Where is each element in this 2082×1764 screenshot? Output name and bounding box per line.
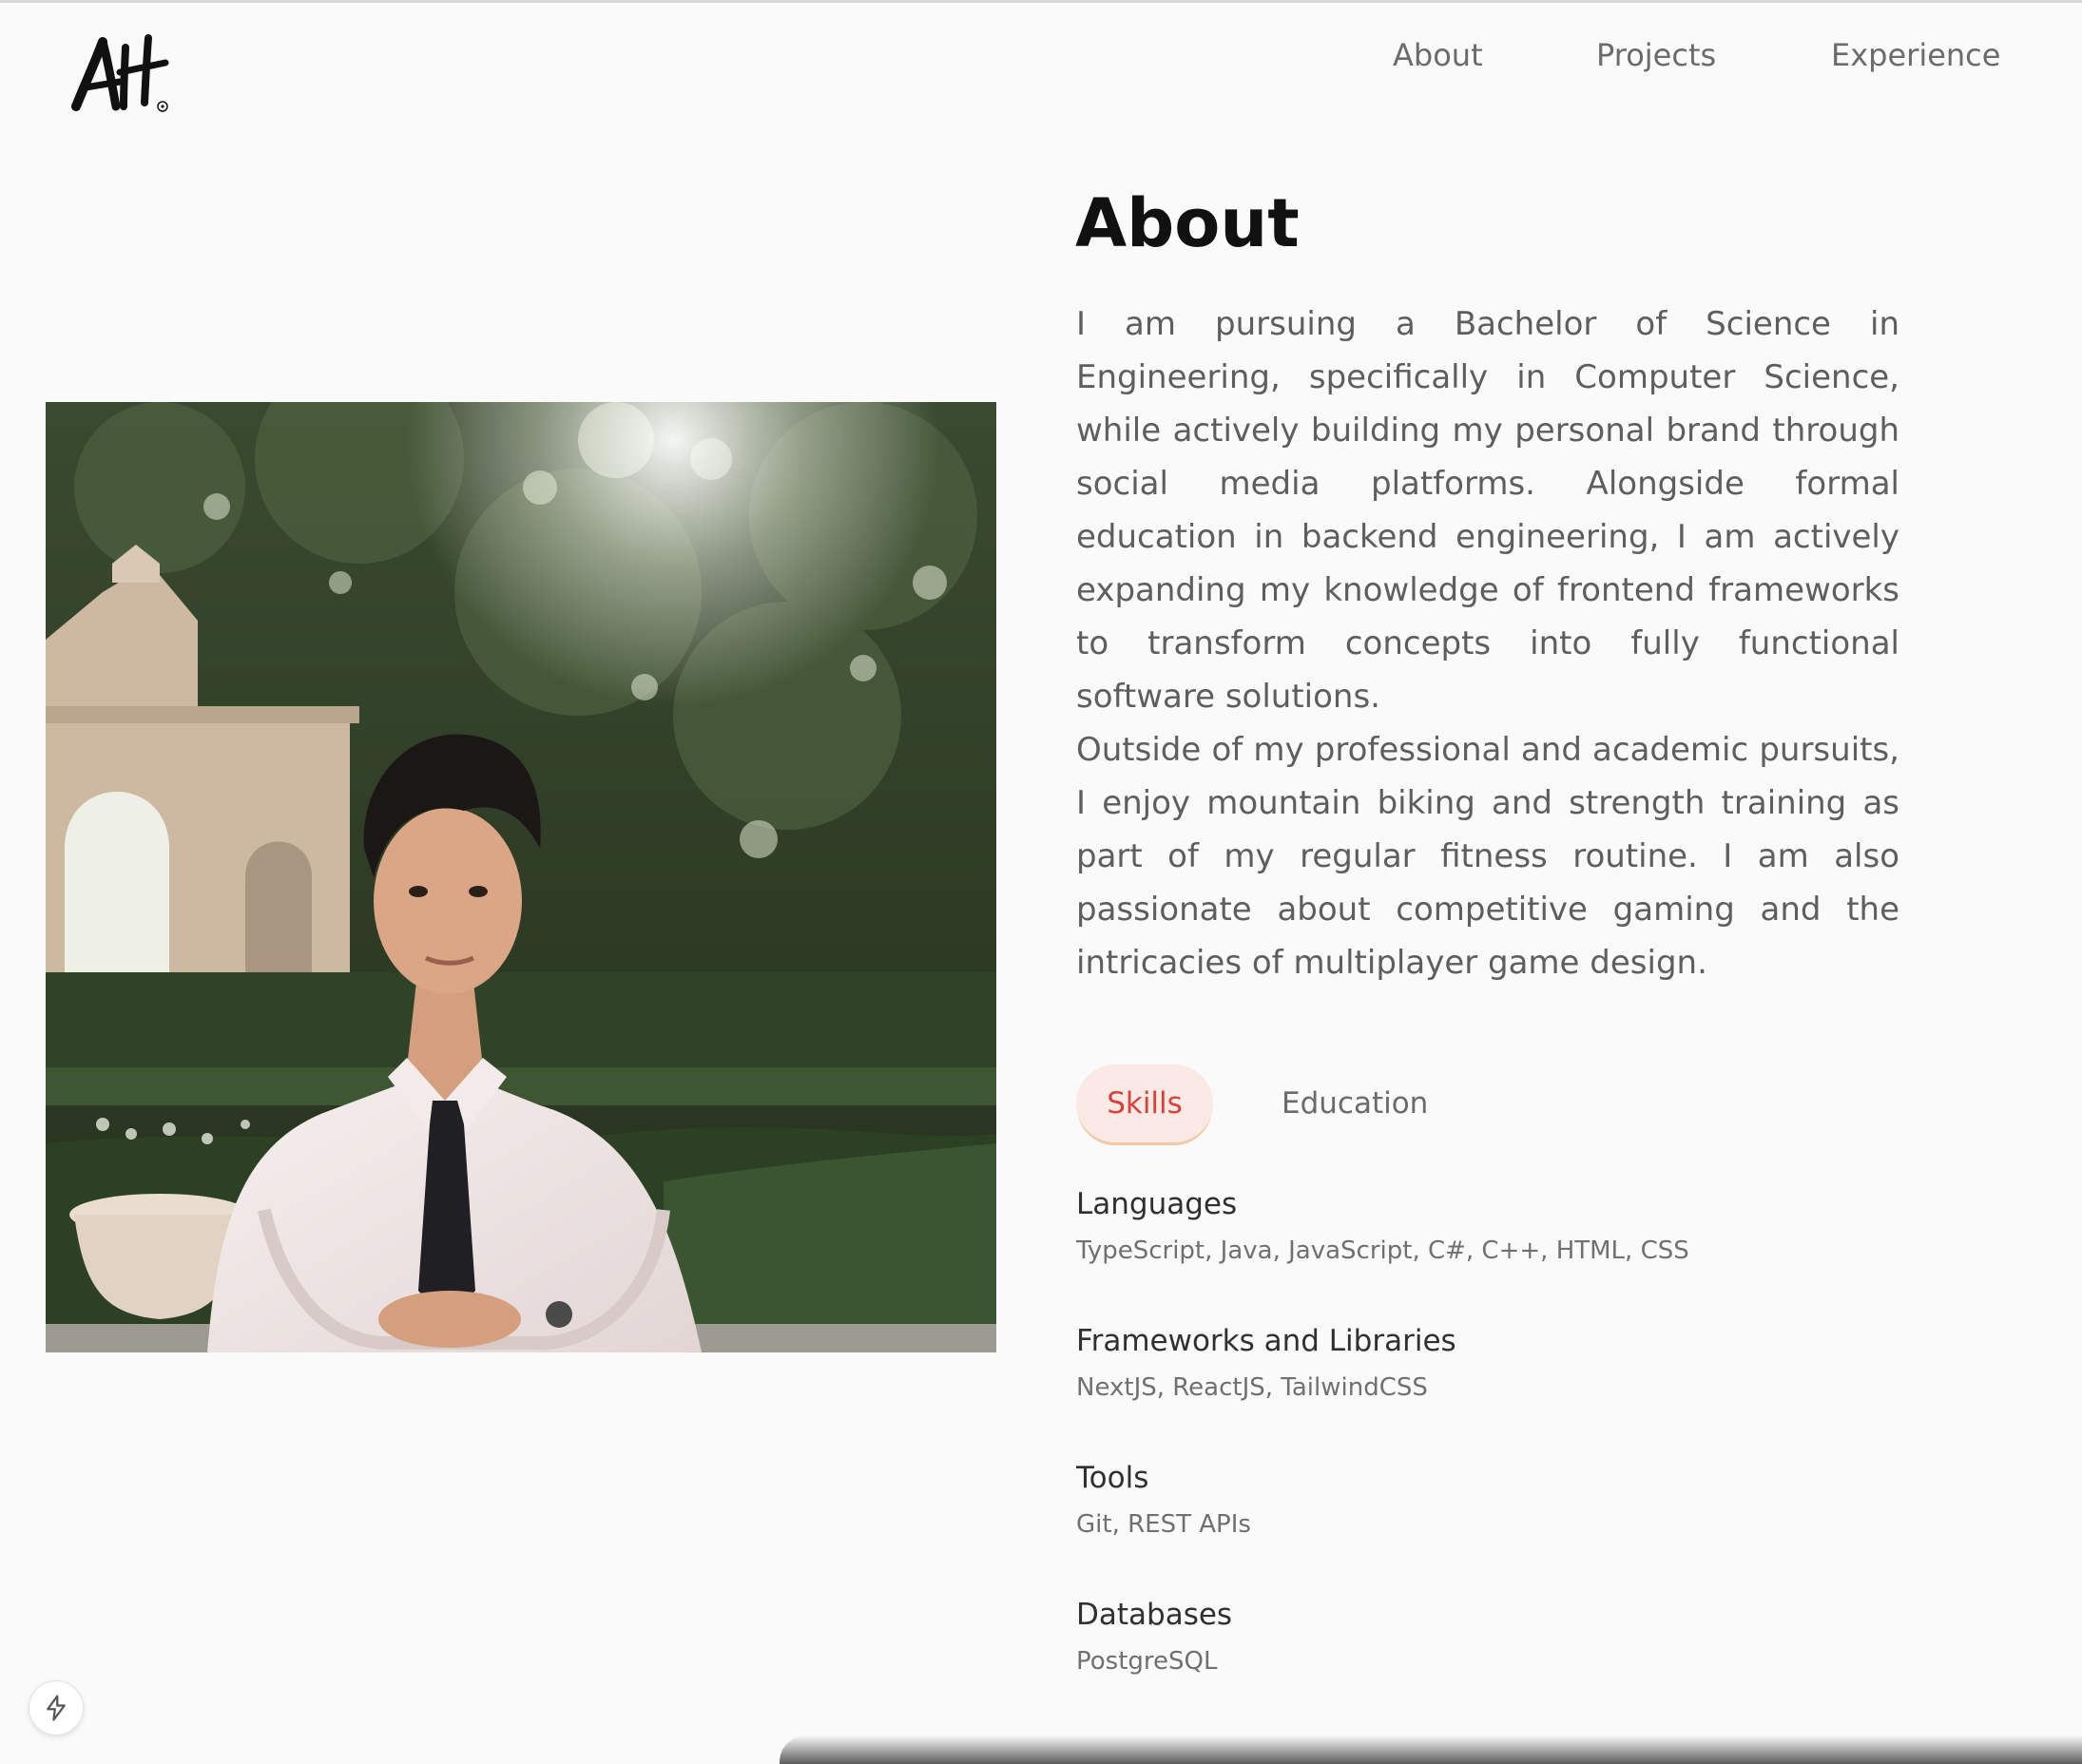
skill-heading-languages: Languages: [1076, 1187, 1238, 1221]
skill-value-frameworks: NextJS, ReactJS, TailwindCSS: [1076, 1373, 1428, 1402]
lightning-bolt-icon: [47, 1695, 66, 1721]
about-paragraph-hobbies: Outside of my professional and academic …: [1076, 731, 1899, 982]
tab-education[interactable]: Education: [1282, 1064, 1453, 1142]
skill-heading-databases: Databases: [1076, 1598, 1233, 1632]
about-paragraph-education: I am pursuing a Bachelor of Science in E…: [1076, 305, 1899, 716]
top-border: [0, 0, 2082, 3]
dev-tools-badge[interactable]: [29, 1680, 84, 1735]
about-heading: About: [1075, 184, 1300, 262]
skill-value-tools: Git, REST APIs: [1076, 1510, 1251, 1539]
skill-value-languages: TypeScript, Java, JavaScript, C#, C++, H…: [1076, 1237, 1689, 1265]
nav-projects[interactable]: Projects: [1596, 34, 1716, 76]
ah-logo[interactable]: [70, 34, 175, 114]
nav-experience[interactable]: Experience: [1831, 34, 2000, 76]
nav-about[interactable]: About: [1393, 34, 1483, 76]
skill-value-databases: PostgreSQL: [1076, 1647, 1218, 1676]
skill-heading-frameworks: Frameworks and Libraries: [1076, 1324, 1456, 1358]
profile-photo: [46, 402, 996, 1352]
skill-heading-tools: Tools: [1076, 1461, 1149, 1495]
tab-skills[interactable]: Skills: [1076, 1064, 1213, 1142]
bottom-shadow: [780, 1735, 2082, 1764]
